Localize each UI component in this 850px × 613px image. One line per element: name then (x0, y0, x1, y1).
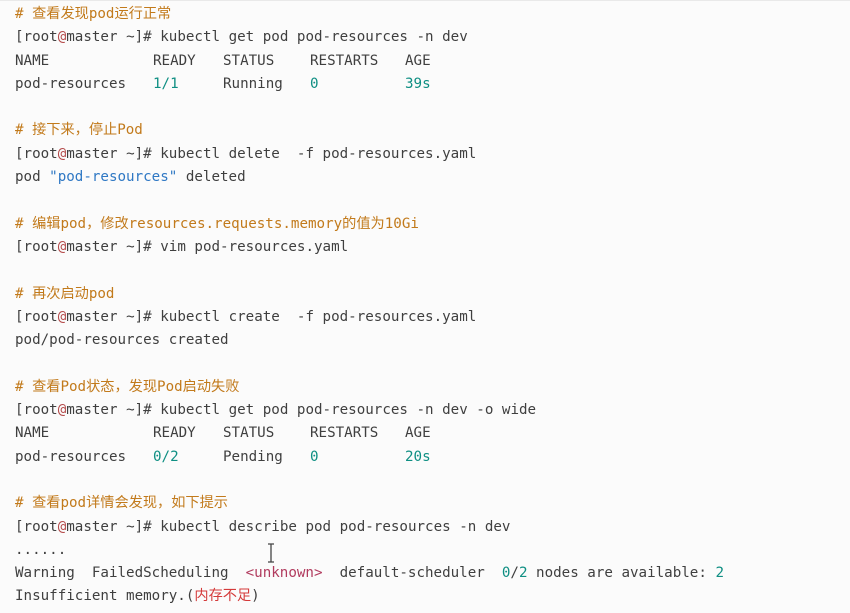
command-text: vim pod-resources.yaml (160, 238, 349, 255)
table-row: pod-resources 1/1 Running 0 39s (15, 75, 431, 92)
prompt-line: [root@master ~]# kubectl describe pod po… (15, 518, 511, 535)
comment-line: # 编辑pod，修改resources.requests.memory的值为10… (15, 215, 419, 232)
command-text: kubectl create -f pod-resources.yaml (160, 308, 477, 325)
command-text: kubectl delete -f pod-resources.yaml (160, 145, 477, 162)
prompt-line: [root@master ~]# kubectl create -f pod-r… (15, 308, 477, 325)
comment-line: # 查看发现pod运行正常 (15, 6, 172, 22)
table-row: pod-resources 0/2 Pending 0 20s (15, 448, 431, 465)
ellipsis-line: ...... (15, 541, 67, 558)
code-block: # 查看发现pod运行正常 [root@master ~]# kubectl g… (0, 0, 850, 613)
comment-line: # 再次启动pod (15, 285, 115, 302)
table-header: NAME READY STATUS RESTARTS AGE (15, 425, 431, 442)
command-text: kubectl describe pod pod-resources -n de… (160, 518, 511, 535)
prompt-line: [root@master ~]# kubectl delete -f pod-r… (15, 145, 477, 162)
comment-line: # 查看Pod状态，发现Pod启动失败 (15, 378, 240, 395)
prompt-line: [root@master ~]# kubectl get pod pod-res… (15, 29, 468, 46)
command-text: kubectl get pod pod-resources -n dev -o … (160, 402, 537, 419)
prompt-line: [root@master ~]# vim pod-resources.yaml (15, 238, 349, 255)
warning-detail-line: Insufficient memory.(内存不足) (15, 588, 260, 605)
warning-line: Warning FailedScheduling <unknown> defau… (15, 565, 724, 582)
prompt-line: [root@master ~]# kubectl get pod pod-res… (15, 402, 537, 419)
comment-line: # 查看pod详情会发现，如下提示 (15, 495, 228, 512)
command-text: kubectl get pod pod-resources -n dev (160, 29, 468, 46)
text-cursor-icon (268, 543, 274, 563)
comment-line: # 接下来，停止Pod (15, 122, 143, 139)
table-header: NAME READY STATUS RESTARTS AGE (15, 52, 431, 69)
output-line: pod "pod-resources" deleted (15, 169, 246, 186)
output-line: pod/pod-resources created (15, 332, 229, 349)
